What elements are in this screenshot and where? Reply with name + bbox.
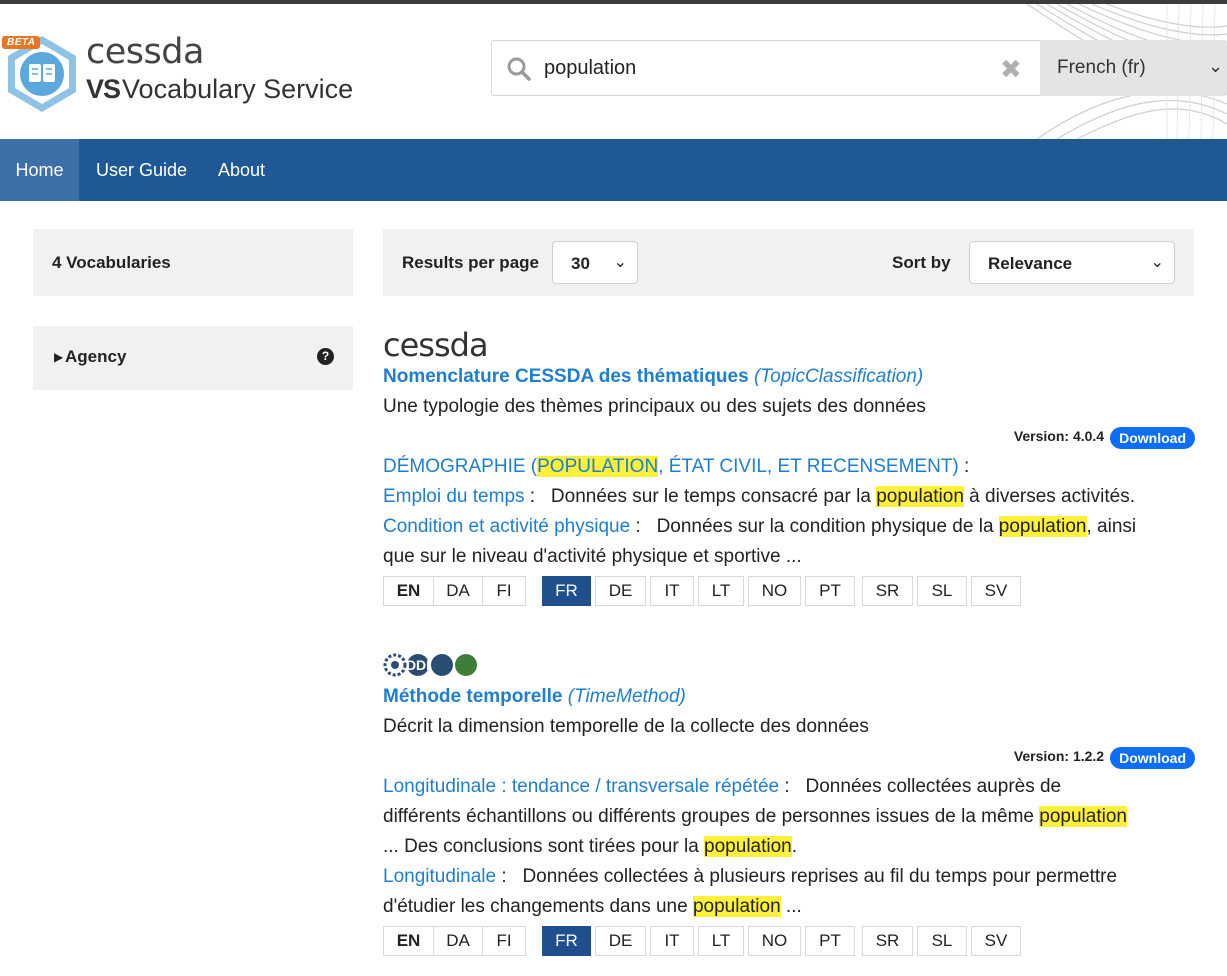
agency-facet[interactable]: ▶ Agency ? [33, 326, 353, 390]
vocabulary-notation: (TimeMethod) [567, 686, 686, 707]
lang-sv[interactable]: SV [971, 926, 1021, 956]
sort-by-label: Sort by [892, 253, 951, 272]
vocabulary-title-link[interactable]: Nomenclature CESSDA des thématiques (Top… [383, 366, 923, 388]
concept-line: ... Des conclusions sont tirées pour la … [383, 836, 798, 857]
lang-fi[interactable]: FI [482, 576, 526, 606]
results-per-page-value: 30 [571, 254, 590, 273]
lang-da[interactable]: DA [433, 576, 483, 606]
ddi-agency-logo: DDI [383, 653, 477, 677]
concept-line: d'étudier les changements dans une popul… [383, 896, 802, 917]
vocabulary-description: Une typologie des thèmes principaux ou d… [383, 396, 926, 417]
concept-link[interactable]: Longitudinale [383, 866, 496, 887]
help-icon[interactable]: ? [317, 348, 334, 365]
lang-da[interactable]: DA [433, 926, 483, 956]
brand-service: Vocabulary Service [122, 74, 354, 104]
lang-de[interactable]: DE [595, 576, 646, 606]
matched-concepts: Longitudinale : tendance / transversale … [383, 772, 1195, 922]
vocabulary-count: 4 Vocabularies [33, 229, 353, 296]
lang-it[interactable]: IT [650, 926, 694, 956]
result-item: cessda Nomenclature CESSDA des thématiqu… [383, 328, 1195, 608]
version-label: Version: 4.0.4 [1013, 428, 1105, 444]
version-row: Version: 1.2.2 Download [1014, 747, 1195, 769]
lang-no[interactable]: NO [748, 926, 801, 956]
lang-pt[interactable]: PT [805, 926, 855, 956]
results-per-page-label: Results per page [402, 253, 539, 272]
download-button[interactable]: Download [1110, 747, 1195, 769]
concept-link[interactable]: Emploi du temps [383, 486, 525, 507]
brand-vs: VS [86, 74, 121, 104]
lang-sr[interactable]: SR [862, 926, 913, 956]
concept-link[interactable]: Longitudinale : tendance / transversale … [383, 776, 779, 797]
cessda-agency-logo: cessda [383, 326, 489, 364]
lang-sl[interactable]: SL [917, 926, 967, 956]
search-icon [507, 57, 531, 81]
beta-badge: BETA [2, 36, 41, 49]
lang-sr[interactable]: SR [862, 576, 913, 606]
chevron-down-icon: ⌄ [613, 254, 627, 271]
agency-facet-label: Agency [65, 347, 127, 366]
chevron-down-icon: ⌄ [1208, 56, 1224, 76]
version-label: Version: 1.2.2 [1013, 748, 1105, 764]
vocabulary-title-link[interactable]: Méthode temporelle (TimeMethod) [383, 686, 686, 708]
lang-de[interactable]: DE [595, 926, 646, 956]
results-toolbar: Results per page 30 ⌄ Sort by Relevance … [383, 229, 1194, 296]
main-nav: Home User Guide About [0, 139, 1227, 201]
lang-lt[interactable]: LT [698, 576, 744, 606]
language-select-value: French (fr) [1057, 57, 1146, 78]
lang-lt[interactable]: LT [698, 926, 744, 956]
concept-line: Condition et activité physique : Données… [383, 516, 1137, 537]
brand-name[interactable]: cessda [86, 32, 204, 72]
lang-en[interactable]: EN [383, 926, 434, 956]
search-box: ✖ [491, 40, 1041, 96]
brand-subtitle[interactable]: VSVocabulary Service [86, 74, 353, 105]
nav-about[interactable]: About [218, 139, 265, 201]
search-highlight: population [1039, 806, 1127, 827]
concept-line: Longitudinale : tendance / transversale … [383, 776, 1062, 797]
version-row: Version: 4.0.4 Download [1014, 427, 1195, 449]
concept-line: différents échantillons ou différents gr… [383, 806, 1127, 827]
lang-it[interactable]: IT [650, 576, 694, 606]
lang-en[interactable]: EN [383, 576, 434, 606]
download-button[interactable]: Download [1110, 427, 1195, 449]
concept-link[interactable]: Condition et activité physique [383, 516, 630, 537]
concept-link[interactable]: DÉMOGRAPHIE (POPULATION, ÉTAT CIVIL, ET … [383, 456, 959, 477]
vocabulary-notation: (TopicClassification) [753, 366, 924, 387]
sort-by-select[interactable]: Relevance ⌄ [969, 241, 1175, 284]
header: BETA cessda VSVocabulary Service ✖ Frenc… [0, 4, 1227, 139]
concept-line: DÉMOGRAPHIE (POPULATION, ÉTAT CIVIL, ET … [383, 456, 970, 477]
lang-pt[interactable]: PT [805, 576, 855, 606]
search-highlight: population [876, 486, 964, 507]
clear-search-icon[interactable]: ✖ [1000, 55, 1022, 83]
sort-by-value: Relevance [988, 254, 1073, 273]
lang-fr[interactable]: FR [542, 576, 591, 606]
concept-line: que sur le niveau d'activité physique et… [383, 546, 802, 567]
results-per-page-select[interactable]: 30 ⌄ [552, 241, 638, 284]
ddi-logo-text: DDI [406, 657, 430, 673]
search-highlight: population [998, 516, 1087, 537]
lang-fr[interactable]: FR [542, 926, 591, 956]
nav-user-guide[interactable]: User Guide [96, 139, 187, 201]
nav-home[interactable]: Home [0, 139, 79, 201]
search-input[interactable] [544, 53, 984, 83]
chevron-down-icon: ⌄ [1150, 254, 1164, 271]
vocabulary-title: Méthode temporelle [383, 686, 563, 707]
vocabulary-description: Décrit la dimension temporelle de la col… [383, 716, 869, 737]
lang-sv[interactable]: SV [971, 576, 1021, 606]
language-select[interactable]: French (fr) ⌄ [1040, 40, 1227, 96]
vocabulary-title: Nomenclature CESSDA des thématiques [383, 366, 749, 387]
result-item: DDI Méthode temporelle (TimeMethod) Décr… [383, 652, 1195, 962]
lang-sl[interactable]: SL [917, 576, 967, 606]
matched-concepts: DÉMOGRAPHIE (POPULATION, ÉTAT CIVIL, ET … [383, 452, 1195, 572]
concept-line: Longitudinale : Données collectées à plu… [383, 866, 1118, 887]
search-highlight: population [692, 896, 781, 917]
lang-fi[interactable]: FI [482, 926, 526, 956]
caret-right-icon: ▶ [54, 350, 64, 364]
lang-no[interactable]: NO [748, 576, 801, 606]
concept-line: Emploi du temps : Données sur le temps c… [383, 486, 1135, 507]
search-highlight: population [704, 836, 792, 857]
